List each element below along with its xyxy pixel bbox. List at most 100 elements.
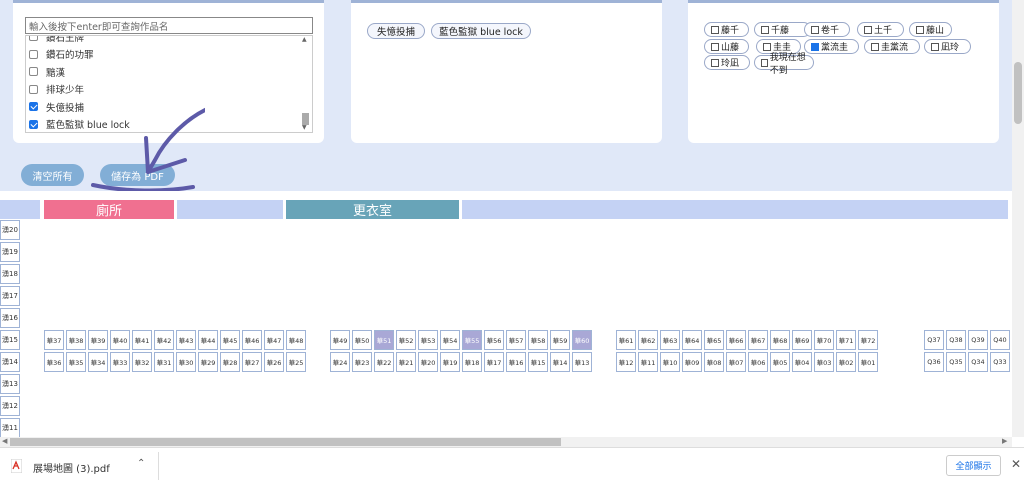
booth-cell[interactable]: 華28 [220, 352, 240, 372]
character-tag[interactable]: 我現在想不到 [754, 53, 814, 76]
booth-cell[interactable]: 華40 [110, 330, 130, 350]
booth-cell[interactable]: 華34 [88, 352, 108, 372]
booth-cell[interactable]: 華10 [660, 352, 680, 372]
booth-cell[interactable]: 華13 [572, 352, 592, 372]
list-item[interactable]: 失億投捕 [29, 98, 84, 115]
list-item[interactable]: 排球少年 [29, 81, 84, 98]
booth-cell[interactable]: 華35 [66, 352, 86, 372]
booth-cell[interactable]: 華20 [418, 352, 438, 372]
checkbox[interactable] [711, 42, 719, 51]
checkbox[interactable] [916, 25, 924, 34]
booth-cell[interactable]: 華55 [462, 330, 482, 350]
booth-cell[interactable]: 華19 [440, 352, 460, 372]
character-tag[interactable]: 山藤 [704, 39, 749, 54]
booth-cell[interactable]: Q33 [990, 352, 1010, 372]
booth-cell[interactable]: 湧12 [0, 396, 20, 416]
booth-cell[interactable]: 華27 [242, 352, 262, 372]
selected-work-chip[interactable]: 失憶投捕 [367, 23, 425, 39]
checkbox[interactable] [29, 36, 38, 41]
booth-cell[interactable]: 華36 [44, 352, 64, 372]
booth-cell[interactable]: 華06 [748, 352, 768, 372]
booth-cell[interactable]: 華47 [264, 330, 284, 350]
booth-cell[interactable]: 華44 [198, 330, 218, 350]
character-tag[interactable]: 土千 [857, 22, 904, 37]
checkbox[interactable] [864, 25, 872, 34]
booth-cell[interactable]: 華21 [396, 352, 416, 372]
character-tag[interactable]: 藤千 [704, 22, 749, 37]
chevron-up-icon[interactable]: ⌃ [137, 458, 145, 469]
booth-cell[interactable]: 華51 [374, 330, 394, 350]
booth-cell[interactable]: 華43 [176, 330, 196, 350]
clear-all-button[interactable]: 清空所有 [21, 164, 84, 186]
booth-cell[interactable]: 湧19 [0, 242, 20, 262]
character-tag[interactable]: 玲凪 [704, 55, 750, 70]
booth-cell[interactable]: 華60 [572, 330, 592, 350]
booth-cell[interactable]: 華66 [726, 330, 746, 350]
booth-cell[interactable]: 華05 [770, 352, 790, 372]
booth-cell[interactable]: 華65 [704, 330, 724, 350]
booth-cell[interactable]: 華71 [836, 330, 856, 350]
scroll-right-icon[interactable]: ▶ [1002, 437, 1007, 445]
booth-cell[interactable]: 華49 [330, 330, 350, 350]
booth-cell[interactable]: 華46 [242, 330, 262, 350]
booth-cell[interactable]: 華70 [814, 330, 834, 350]
booth-cell[interactable]: 華69 [792, 330, 812, 350]
booth-cell[interactable]: 華45 [220, 330, 240, 350]
checkbox[interactable] [711, 58, 719, 67]
booth-cell[interactable]: Q40 [990, 330, 1010, 350]
booth-cell[interactable]: 華23 [352, 352, 372, 372]
booth-cell[interactable]: 華03 [814, 352, 834, 372]
booth-cell[interactable]: 華29 [198, 352, 218, 372]
booth-cell[interactable]: 華08 [704, 352, 724, 372]
booth-cell[interactable]: Q37 [924, 330, 944, 350]
list-item[interactable]: 鑽石王牌 [29, 36, 84, 45]
booth-cell[interactable]: 華50 [352, 330, 372, 350]
booth-cell[interactable]: 華64 [682, 330, 702, 350]
booth-cell[interactable]: 華31 [154, 352, 174, 372]
show-all-button[interactable]: 全部顯示 [946, 455, 1001, 476]
booth-cell[interactable]: 華59 [550, 330, 570, 350]
booth-cell[interactable]: Q35 [946, 352, 966, 372]
booth-cell[interactable]: 華25 [286, 352, 306, 372]
booth-cell[interactable]: 華57 [506, 330, 526, 350]
character-tag[interactable]: 千藤 [754, 22, 811, 37]
download-filename[interactable]: 展場地圖 (3).pdf [33, 460, 110, 475]
booth-cell[interactable]: 華24 [330, 352, 350, 372]
close-icon[interactable]: ✕ [1011, 457, 1021, 471]
checkbox[interactable] [811, 25, 819, 34]
booth-cell[interactable]: 華09 [682, 352, 702, 372]
checkbox[interactable] [761, 58, 768, 67]
booth-cell[interactable]: 湧18 [0, 264, 20, 284]
search-input[interactable]: 輸入後按下enter即可查詢作品名 [25, 17, 313, 34]
booth-cell[interactable]: 華53 [418, 330, 438, 350]
booth-cell[interactable]: 湧14 [0, 352, 20, 372]
booth-cell[interactable]: 華56 [484, 330, 504, 350]
booth-cell[interactable]: Q34 [968, 352, 988, 372]
character-tag[interactable]: 圭黨流 [864, 39, 920, 54]
booth-cell[interactable]: 華30 [176, 352, 196, 372]
booth-cell[interactable]: 華11 [638, 352, 658, 372]
booth-cell[interactable]: 華32 [132, 352, 152, 372]
booth-cell[interactable]: 華17 [484, 352, 504, 372]
checkbox[interactable] [29, 102, 38, 111]
booth-cell[interactable]: 華48 [286, 330, 306, 350]
booth-cell[interactable]: 華68 [770, 330, 790, 350]
booth-cell[interactable]: 華15 [528, 352, 548, 372]
checkbox[interactable] [29, 84, 38, 94]
checkbox[interactable] [29, 67, 38, 76]
booth-cell[interactable]: 華72 [858, 330, 878, 350]
booth-cell[interactable]: 華33 [110, 352, 130, 372]
booth-cell[interactable]: Q36 [924, 352, 944, 372]
booth-cell[interactable]: 華12 [616, 352, 636, 372]
scroll-left-icon[interactable]: ◀ [2, 437, 7, 445]
booth-cell[interactable]: 華02 [836, 352, 856, 372]
booth-cell[interactable]: 湧11 [0, 418, 20, 437]
booth-cell[interactable]: 湧13 [0, 374, 20, 394]
character-tag[interactable]: 藤山 [909, 22, 952, 37]
booth-cell[interactable]: 華52 [396, 330, 416, 350]
list-scrollbar[interactable]: ▲ ▼ [301, 36, 310, 132]
checkbox[interactable] [931, 42, 939, 51]
booth-cell[interactable]: 華37 [44, 330, 64, 350]
booth-cell[interactable]: Q38 [946, 330, 966, 350]
selected-work-chip[interactable]: 藍色監獄 blue lock [431, 23, 531, 39]
